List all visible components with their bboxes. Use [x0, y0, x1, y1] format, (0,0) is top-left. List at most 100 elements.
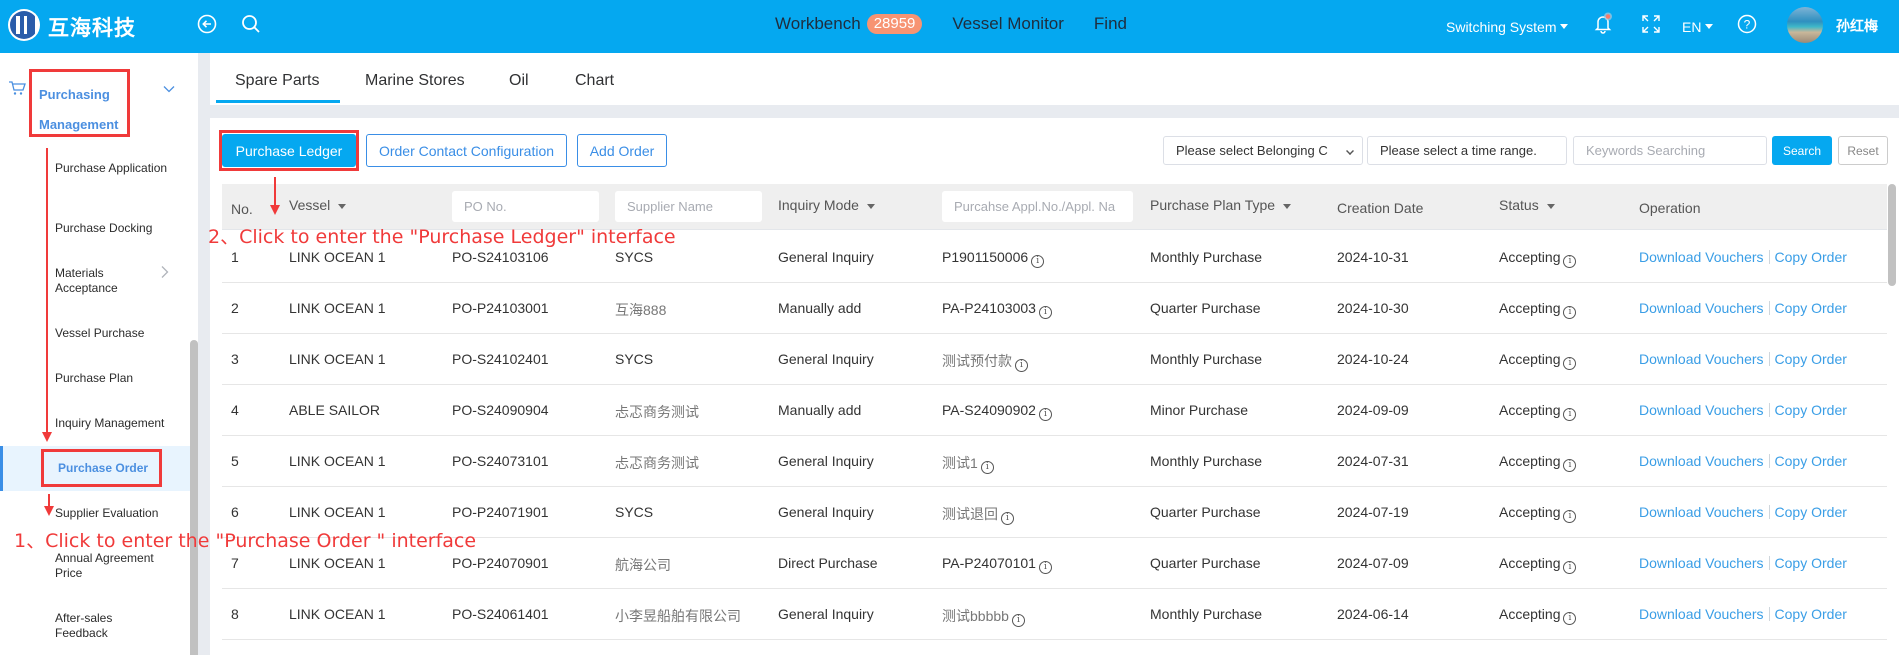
download-vouchers-link[interactable]: Download Vouchers — [1639, 504, 1764, 520]
tab-spare-parts[interactable]: Spare Parts — [235, 72, 319, 90]
workbench-count-badge: 28959 — [866, 14, 923, 34]
download-vouchers-link[interactable]: Download Vouchers — [1639, 453, 1764, 469]
table-scrollbar[interactable] — [1888, 184, 1896, 286]
tab-oil[interactable]: Oil — [509, 72, 529, 90]
switching-system-dropdown[interactable]: Switching System — [1446, 0, 1569, 53]
copy-order-link[interactable]: Copy Order — [1775, 606, 1847, 622]
copy-order-link[interactable]: Copy Order — [1775, 402, 1847, 418]
cell-plan: Monthly Purchase — [1150, 351, 1262, 367]
info-icon[interactable]: i — [1563, 612, 1577, 625]
bell-icon[interactable] — [1592, 12, 1614, 34]
sidebar-item-inquiry-management[interactable]: Inquiry Management — [55, 416, 175, 431]
tab-chart[interactable]: Chart — [575, 72, 614, 90]
sidebar-item-purchase-docking[interactable]: Purchase Docking — [55, 221, 175, 236]
info-icon[interactable]: i — [1563, 255, 1577, 268]
cell-status-text: Accepting — [1499, 300, 1561, 316]
nav-workbench[interactable]: Workbench 28959 — [775, 14, 923, 34]
copy-order-link[interactable]: Copy Order — [1775, 555, 1847, 571]
sidebar-item-annual-agreement-price[interactable]: Annual Agreement Price — [55, 551, 165, 581]
logo-icon — [8, 9, 40, 41]
search-icon[interactable] — [240, 13, 262, 35]
sidebar-item-materials-acceptance[interactable]: Materials Acceptance — [55, 266, 125, 296]
belonging-company-select[interactable]: Please select Belonging C — [1163, 136, 1363, 165]
cell-supplier: 航海公司 — [615, 555, 671, 575]
col-vessel-filter[interactable]: Vessel — [289, 197, 347, 213]
copy-order-link[interactable]: Copy Order — [1775, 351, 1847, 367]
col-plan-type-filter[interactable]: Purchase Plan Type — [1150, 197, 1292, 213]
col-inquiry-mode-filter[interactable]: Inquiry Mode — [778, 197, 875, 213]
sidebar-item-purchase-plan[interactable]: Purchase Plan — [55, 371, 175, 386]
purchase-appl-filter-input[interactable]: Purcahse Appl.No./Appl. Na — [942, 191, 1133, 222]
cell-status-text: Accepting — [1499, 606, 1561, 622]
chevron-down-icon[interactable] — [162, 82, 176, 96]
info-icon[interactable]: i — [1001, 512, 1014, 525]
cell-supplier: 忐忑商务测试 — [615, 453, 699, 473]
sidebar-scrollbar[interactable] — [190, 340, 198, 655]
cell-plan: Quarter Purchase — [1150, 300, 1261, 316]
caret-down-icon — [866, 203, 875, 209]
info-icon[interactable]: i — [1038, 408, 1052, 421]
cell-appl: 测试1 i — [942, 453, 994, 474]
search-button[interactable]: Search — [1772, 136, 1832, 165]
cell-plan-text: Quarter Purchase — [1150, 300, 1261, 316]
info-icon[interactable]: i — [1015, 359, 1028, 372]
info-icon[interactable]: i — [1563, 459, 1577, 472]
cell-inquiry: Manually add — [778, 402, 861, 418]
download-vouchers-link[interactable]: Download Vouchers — [1639, 300, 1764, 316]
time-range-picker[interactable]: Please select a time range. — [1367, 136, 1567, 165]
info-icon[interactable]: i — [1563, 510, 1577, 523]
info-icon[interactable]: i — [1563, 408, 1577, 421]
supplier-name-filter-input[interactable]: Supplier Name — [615, 191, 762, 222]
cell-vessel: LINK OCEAN 1 — [289, 453, 385, 469]
download-vouchers-link[interactable]: Download Vouchers — [1639, 402, 1764, 418]
download-vouchers-link[interactable]: Download Vouchers — [1639, 555, 1764, 571]
cell-appl-text: PA-P24103003 — [942, 300, 1036, 316]
cell-inquiry-text: General Inquiry — [778, 606, 874, 622]
keywords-search-input[interactable]: Keywords Searching — [1573, 136, 1767, 165]
cell-vessel-text: ABLE SAILOR — [289, 402, 381, 418]
user-name[interactable]: 孙红梅 — [1836, 16, 1878, 36]
copy-order-link[interactable]: Copy Order — [1775, 249, 1847, 265]
language-dropdown[interactable]: EN — [1682, 0, 1714, 53]
download-vouchers-link[interactable]: Download Vouchers — [1639, 351, 1764, 367]
operation-divider — [1768, 454, 1770, 468]
order-contact-configuration-button[interactable]: Order Contact Configuration — [366, 134, 567, 167]
sidebar-item-purchase-application[interactable]: Purchase Application — [55, 161, 175, 176]
cell-appl: 测试bbbbb i — [942, 606, 1025, 627]
cell-appl: 测试预付款 i — [942, 351, 1028, 372]
time-range-placeholder: Please select a time range. — [1380, 143, 1537, 158]
tab-marine-stores[interactable]: Marine Stores — [365, 72, 465, 90]
cell-po: PO-S24103106 — [452, 249, 549, 265]
switching-system-label: Switching System — [1446, 18, 1557, 35]
fullscreen-icon[interactable] — [1640, 13, 1662, 35]
copy-order-link[interactable]: Copy Order — [1775, 300, 1847, 316]
download-vouchers-link[interactable]: Download Vouchers — [1639, 606, 1764, 622]
col-inquiry-mode-label: Inquiry Mode — [778, 197, 859, 213]
info-icon[interactable]: i — [1563, 561, 1577, 574]
sidebar-item-vessel-purchase[interactable]: Vessel Purchase — [55, 326, 175, 341]
po-no-filter-input[interactable]: PO No. — [452, 191, 599, 222]
add-order-button[interactable]: Add Order — [577, 134, 667, 167]
info-icon[interactable]: i — [1563, 357, 1577, 370]
info-icon[interactable]: i — [980, 461, 994, 474]
copy-order-link[interactable]: Copy Order — [1775, 504, 1847, 520]
help-icon[interactable]: ? — [1736, 13, 1758, 35]
info-icon[interactable]: i — [1011, 614, 1025, 627]
info-icon[interactable]: i — [1563, 306, 1577, 319]
sidebar-item-supplier-evaluation[interactable]: Supplier Evaluation — [55, 506, 175, 521]
col-status-filter[interactable]: Status — [1499, 197, 1555, 213]
nav-vessel-monitor[interactable]: Vessel Monitor — [952, 14, 1064, 34]
operation-divider — [1768, 607, 1770, 621]
back-icon[interactable] — [196, 13, 218, 35]
info-icon[interactable]: i — [1038, 561, 1052, 574]
col-vessel-label: Vessel — [289, 197, 331, 213]
info-icon[interactable]: i — [1031, 255, 1045, 268]
nav-find[interactable]: Find — [1094, 14, 1127, 34]
reset-button[interactable]: Reset — [1838, 136, 1888, 165]
sidebar-item-after-sales-feedback[interactable]: After-sales Feedback — [55, 611, 125, 641]
copy-order-link[interactable]: Copy Order — [1775, 453, 1847, 469]
avatar[interactable] — [1787, 7, 1823, 43]
info-icon[interactable]: i — [1038, 306, 1052, 319]
download-vouchers-link[interactable]: Download Vouchers — [1639, 249, 1764, 265]
cell-po-text: PO-P24070901 — [452, 555, 549, 571]
